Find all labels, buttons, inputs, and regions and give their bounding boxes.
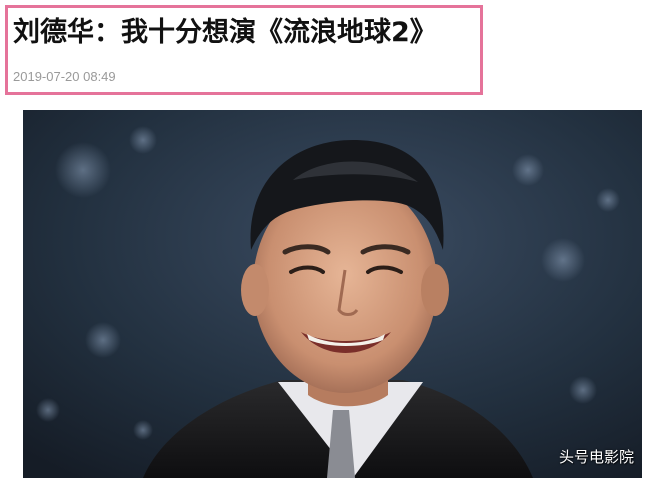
publish-timestamp: 2019-07-20 08:49 (13, 69, 116, 84)
article-photo: 头号电影院 (23, 110, 642, 478)
portrait-illustration (23, 110, 642, 478)
source-watermark: 头号电影院 (558, 448, 634, 466)
article-headline: 刘德华：我十分想演《流浪地球2》 (13, 17, 437, 48)
